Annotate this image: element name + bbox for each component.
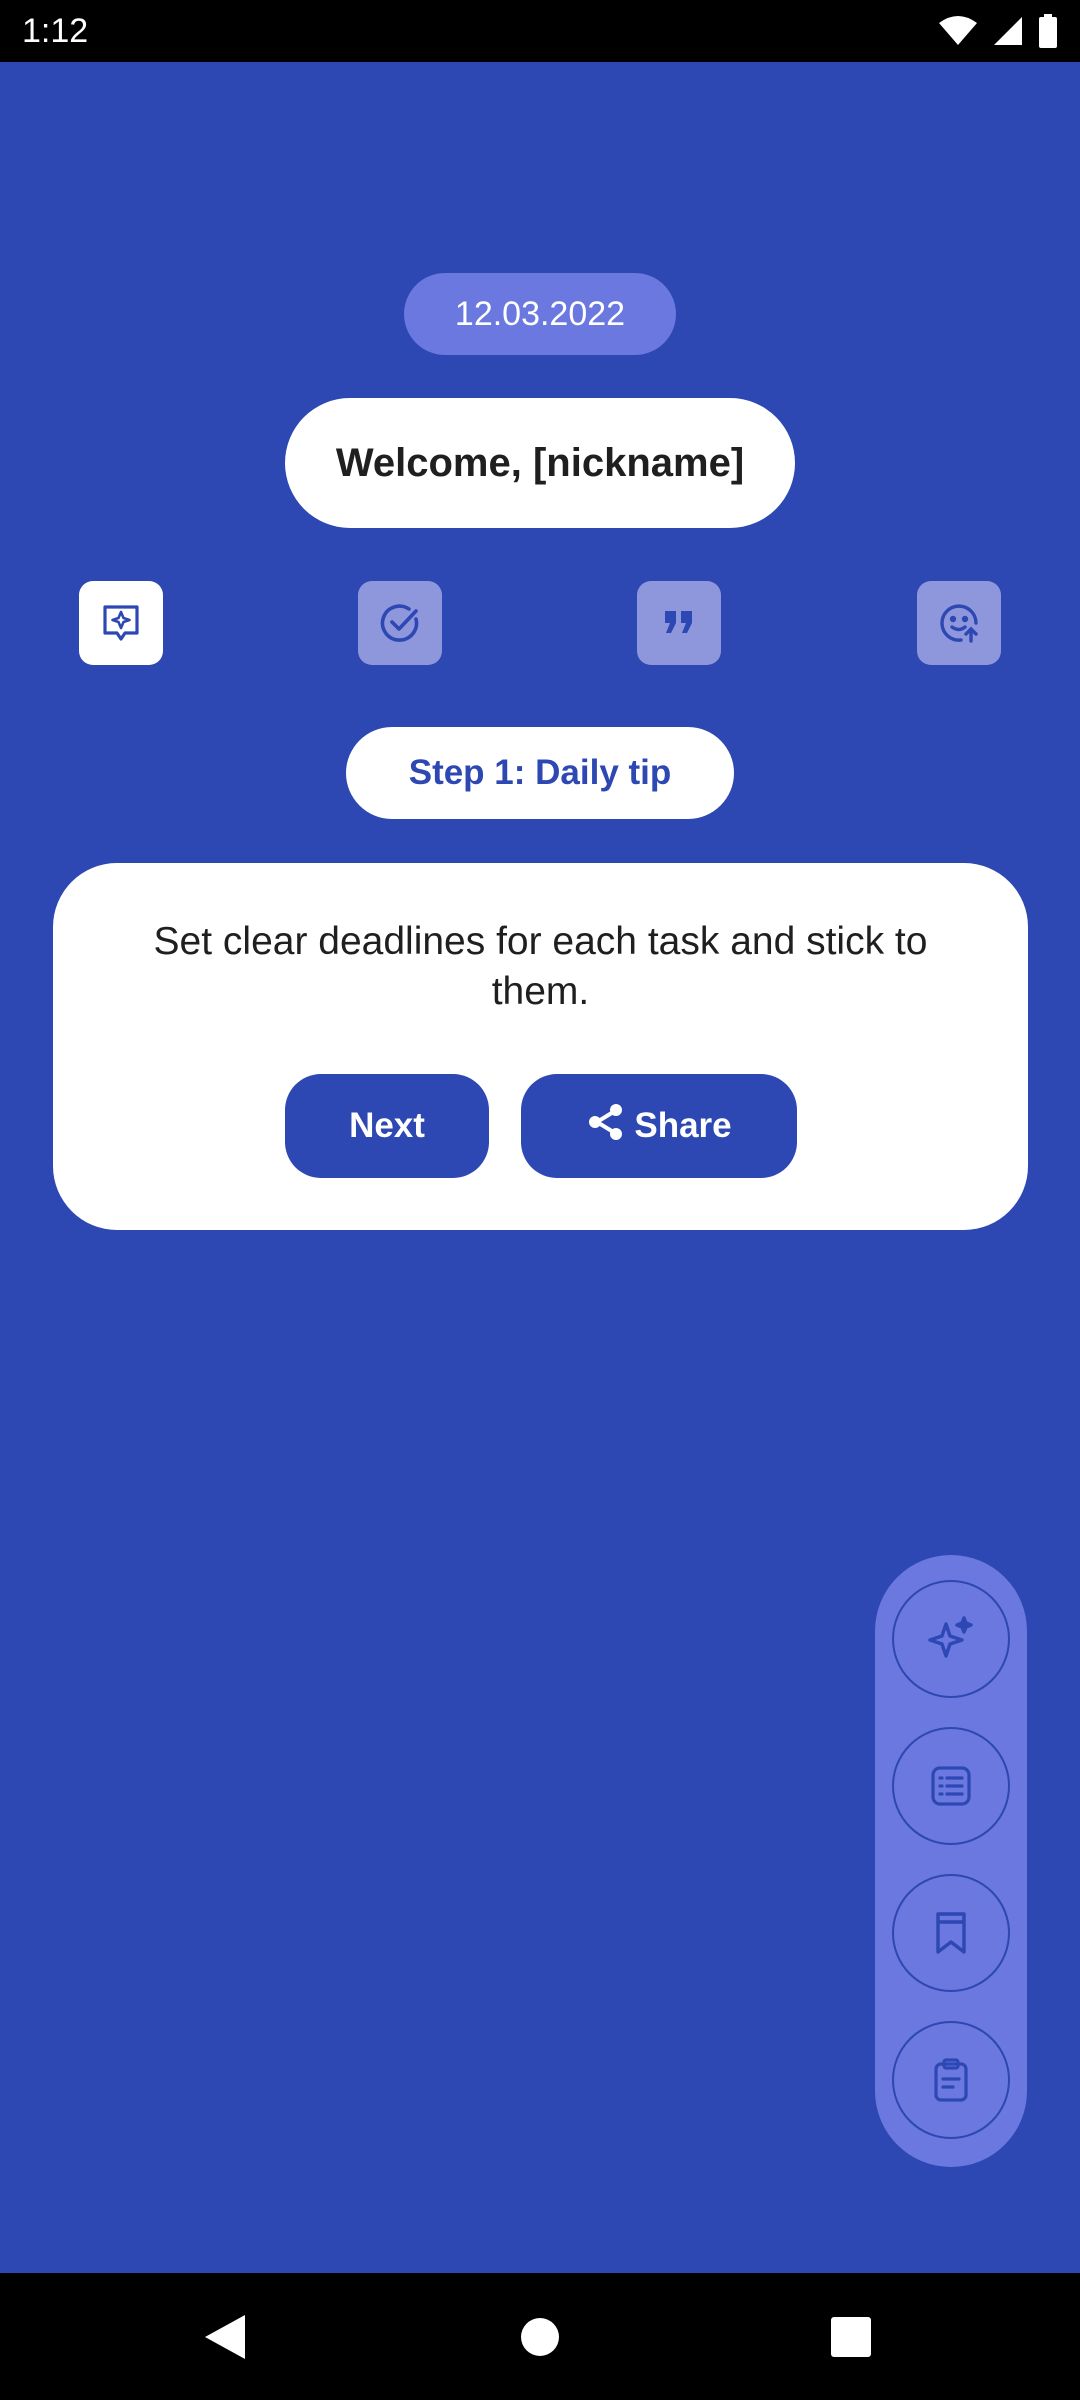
tab-quotes[interactable] xyxy=(637,581,721,665)
share-button[interactable]: Share xyxy=(521,1074,797,1178)
next-button-label: Next xyxy=(349,1106,425,1145)
share-button-label: Share xyxy=(634,1106,732,1145)
navigation-bar xyxy=(0,2273,1080,2400)
side-dock xyxy=(875,1555,1027,2167)
dock-clipboard-button[interactable] xyxy=(892,2021,1010,2139)
tab-mood[interactable] xyxy=(917,581,1001,665)
signal-icon xyxy=(992,15,1024,47)
date-pill: 12.03.2022 xyxy=(404,273,676,355)
dock-bookmark-button[interactable] xyxy=(892,1874,1010,1992)
dock-sparkle-button[interactable] xyxy=(892,1580,1010,1698)
sparkle-icon xyxy=(922,1610,980,1668)
status-time: 1:12 xyxy=(22,11,89,50)
step-label: Step 1: Daily tip xyxy=(346,727,734,819)
bookmark-icon xyxy=(922,1904,980,1962)
share-icon xyxy=(586,1102,626,1151)
next-button[interactable]: Next xyxy=(285,1074,489,1178)
tip-card: Set clear deadlines for each task and st… xyxy=(53,863,1028,1230)
welcome-card: Welcome, [nickname] xyxy=(285,398,795,528)
smiley-icon xyxy=(937,601,981,645)
status-bar: 1:12 xyxy=(0,0,1080,62)
clipboard-icon xyxy=(922,2051,980,2109)
tab-tasks[interactable] xyxy=(358,581,442,665)
status-icons xyxy=(938,14,1058,48)
nav-home-button[interactable] xyxy=(470,2273,610,2400)
battery-icon xyxy=(1038,14,1058,48)
wifi-icon xyxy=(938,15,978,47)
tip-text: Set clear deadlines for each task and st… xyxy=(153,920,928,1013)
check-circle-icon xyxy=(378,601,422,645)
quote-icon xyxy=(657,601,701,645)
tip-icon xyxy=(99,601,143,645)
recents-icon xyxy=(830,2316,872,2358)
nav-recents-button[interactable] xyxy=(781,2273,921,2400)
tab-daily-tip[interactable] xyxy=(79,581,163,665)
dock-list-button[interactable] xyxy=(892,1727,1010,1845)
list-icon xyxy=(922,1757,980,1815)
back-icon xyxy=(203,2313,247,2361)
nav-back-button[interactable] xyxy=(155,2273,295,2400)
home-icon xyxy=(519,2316,561,2358)
